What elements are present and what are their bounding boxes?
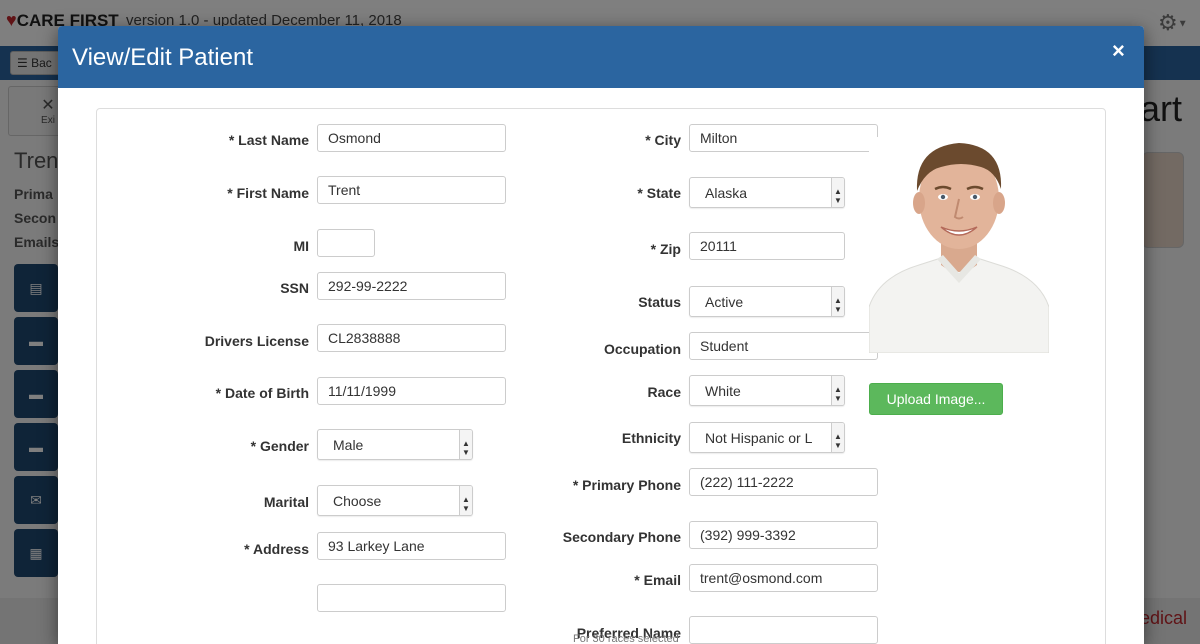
first-name-label: * First Name [227, 185, 309, 201]
state-select[interactable]: Alaska ▲ ▼ [689, 177, 845, 208]
address-input[interactable] [317, 532, 506, 560]
race-select[interactable]: White ▲ ▼ [689, 375, 845, 406]
primary-phone-input[interactable] [689, 468, 878, 496]
preferred-name-input[interactable] [689, 616, 878, 644]
modal-header: View/Edit Patient × [58, 26, 1144, 88]
zip-label: * Zip [650, 241, 681, 257]
last-name-input[interactable] [317, 124, 506, 152]
patient-photo [869, 137, 1049, 353]
address-label: * Address [244, 541, 309, 557]
marital-select-value: Choose [333, 493, 382, 509]
state-select-value: Alaska [705, 185, 748, 201]
drivers-license-label: Drivers License [204, 333, 309, 349]
gender-select[interactable]: Male ▲ ▼ [317, 429, 473, 460]
dob-label: * Date of Birth [215, 385, 309, 401]
ssn-label: SSN [280, 280, 309, 296]
select-arrow-icon: ▲ ▼ [831, 423, 844, 452]
last-name-label: * Last Name [228, 132, 309, 148]
email-label: * Email [634, 572, 681, 588]
status-select[interactable]: Active ▲ ▼ [689, 286, 845, 317]
status-select-value: Active [705, 294, 744, 310]
gender-select-value: Male [333, 437, 364, 453]
drivers-license-input[interactable] [317, 324, 506, 352]
gender-label: * Gender [250, 438, 309, 454]
ssn-input[interactable] [317, 272, 506, 300]
occupation-label: Occupation [603, 341, 681, 357]
view-edit-patient-modal: View/Edit Patient × * Last Name * First … [58, 26, 1144, 644]
status-label: Status [638, 294, 681, 310]
select-arrow-icon: ▲ ▼ [831, 376, 844, 405]
city-label: * City [645, 132, 681, 148]
select-arrow-icon: ▲ ▼ [831, 178, 844, 207]
primary-phone-label: * Primary Phone [572, 477, 681, 493]
occupation-input[interactable] [689, 332, 878, 360]
race-label: Race [647, 384, 681, 400]
email-input[interactable] [689, 564, 878, 592]
zip-input[interactable] [689, 232, 845, 260]
marital-select[interactable]: Choose ▲ ▼ [317, 485, 473, 516]
address-line2-input[interactable] [317, 584, 506, 612]
secondary-phone-input[interactable] [689, 521, 878, 549]
dob-input[interactable] [317, 377, 506, 405]
races-selected-hint: For 30 races selected [573, 633, 679, 644]
close-icon[interactable]: × [1112, 38, 1125, 64]
secondary-phone-label: Secondary Phone [562, 529, 681, 545]
mi-label: MI [293, 238, 309, 254]
state-label: * State [637, 185, 681, 201]
mi-input[interactable] [317, 229, 375, 257]
select-arrow-icon: ▲ ▼ [831, 287, 844, 316]
first-name-input[interactable] [317, 176, 506, 204]
ethnicity-label: Ethnicity [621, 430, 681, 446]
city-input[interactable] [689, 124, 878, 152]
marital-label: Marital [263, 494, 309, 510]
ethnicity-select-value: Not Hispanic or L [705, 430, 813, 446]
modal-title: View/Edit Patient [72, 44, 253, 71]
select-arrow-icon: ▲ ▼ [459, 486, 472, 515]
ethnicity-select[interactable]: Not Hispanic or L ▲ ▼ [689, 422, 845, 453]
select-arrow-icon: ▲ ▼ [459, 430, 472, 459]
patient-form-panel: * Last Name * First Name MI SSN Drivers … [96, 108, 1106, 644]
upload-image-button[interactable]: Upload Image... [869, 383, 1003, 415]
race-select-value: White [705, 383, 741, 399]
